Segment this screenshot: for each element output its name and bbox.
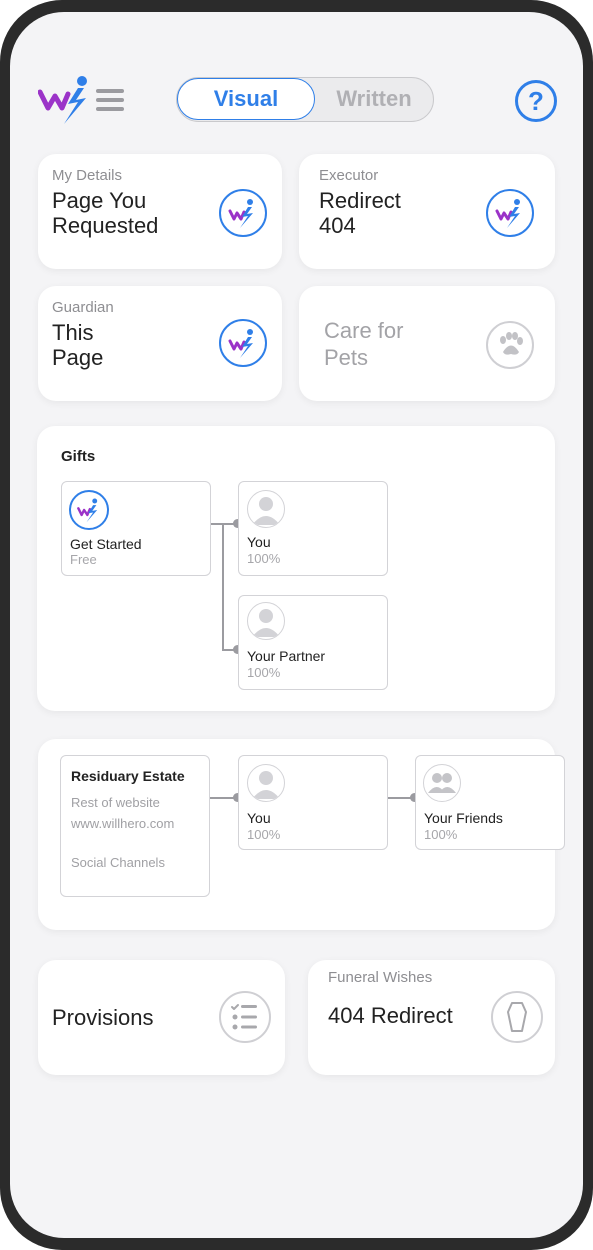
card-title-line1: This [52, 320, 94, 345]
node-name: You [247, 810, 271, 826]
executor-card[interactable]: Executor Redirect 404 [299, 154, 555, 269]
funeral-label: 404 Redirect [328, 1003, 453, 1028]
card-title-line1: Care for [324, 318, 404, 343]
phone-frame: Visual Written ? My Details Page You Req… [0, 0, 593, 1250]
coffin-icon [491, 991, 543, 1043]
node-pct: 100% [247, 665, 281, 680]
node-pct: 100% [424, 827, 458, 842]
guardian-card[interactable]: Guardian This Page [38, 286, 282, 401]
provisions-label: Provisions [52, 1005, 154, 1030]
view-mode-toggle: Visual Written [176, 77, 434, 122]
provisions-card[interactable]: Provisions [38, 960, 285, 1075]
gift-beneficiary-node[interactable]: Your Partner 100% [238, 595, 388, 690]
card-title-line2: Pets [324, 345, 369, 370]
willhero-badge-icon [219, 189, 267, 237]
residuary-beneficiary-node[interactable]: You 100% [238, 755, 388, 850]
connector-line [222, 523, 224, 650]
gifts-title: Gifts [61, 448, 96, 465]
residuary-source-node[interactable]: Residuary Estate Rest of website www.wil… [60, 755, 210, 897]
app-screen: Visual Written ? My Details Page You Req… [10, 12, 583, 1238]
card-caption: Guardian [52, 299, 114, 316]
node-pct: 100% [247, 827, 281, 842]
visual-tab[interactable]: Visual [177, 78, 315, 120]
residuary-title: Residuary Estate [71, 768, 185, 784]
gift-source-node[interactable]: Get Started Free [61, 481, 211, 576]
residuary-beneficiary-node[interactable]: Your Friends 100% [415, 755, 565, 850]
willhero-logo-icon[interactable] [37, 74, 98, 126]
paw-icon [486, 321, 534, 369]
card-caption: Executor [319, 167, 379, 184]
person-avatar-icon [247, 764, 285, 802]
card-title-line2: 404 [319, 213, 356, 238]
card-caption: Funeral Wishes [328, 969, 433, 986]
card-title-line1: Page You [52, 188, 147, 213]
my-details-card[interactable]: My Details Page You Requested [38, 154, 282, 269]
group-avatar-icon [423, 764, 461, 802]
written-tab[interactable]: Written [315, 78, 433, 120]
gift-beneficiary-node[interactable]: You 100% [238, 481, 388, 576]
funeral-wishes-card[interactable]: Funeral Wishes 404 Redirect [308, 960, 555, 1075]
care-for-pets-card[interactable]: Care for Pets [299, 286, 555, 401]
residuary-line: Social Channels [71, 855, 165, 870]
willhero-badge-icon [69, 490, 109, 530]
node-name: Get Started [70, 536, 142, 552]
hamburger-menu-icon[interactable] [96, 87, 124, 113]
gifts-card: Gifts Get Started Free You 100% Your Par… [37, 426, 555, 711]
node-pct: 100% [247, 551, 281, 566]
question-mark-icon: ? [528, 86, 544, 116]
card-title-line2: Page [52, 345, 104, 370]
residuary-line: Rest of website [71, 795, 160, 810]
person-avatar-icon [247, 602, 285, 640]
residuary-estate-card: Residuary Estate Rest of website www.wil… [38, 739, 565, 930]
help-button[interactable]: ? [515, 80, 557, 122]
node-name: Your Friends [424, 810, 503, 826]
card-title-line1: Redirect [319, 188, 401, 213]
card-caption: My Details [52, 167, 123, 184]
residuary-line: www.willhero.com [71, 816, 175, 831]
node-name: Your Partner [247, 648, 326, 664]
person-avatar-icon [247, 490, 285, 528]
checklist-icon [219, 991, 271, 1043]
card-title-line2: Requested [52, 213, 159, 238]
willhero-badge-icon [486, 189, 534, 237]
willhero-badge-icon [219, 319, 267, 367]
node-sub: Free [70, 552, 97, 567]
node-name: You [247, 534, 271, 550]
